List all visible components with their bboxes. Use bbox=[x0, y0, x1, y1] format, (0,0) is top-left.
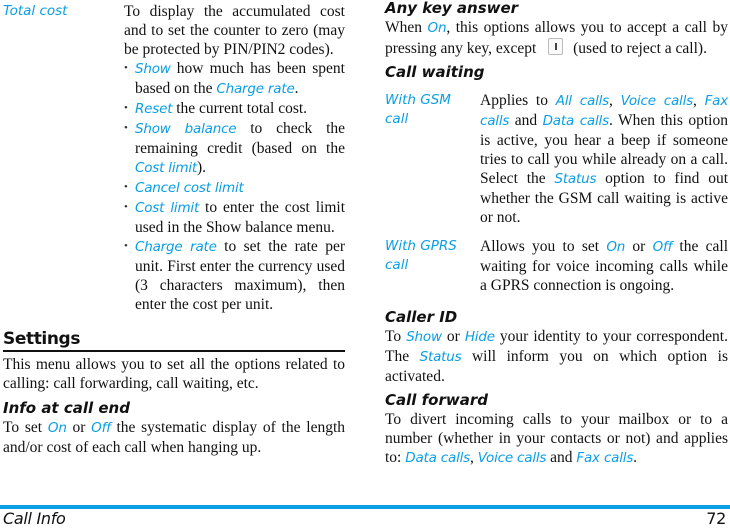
ref-data-calls: Data calls bbox=[405, 450, 471, 466]
footer-divider bbox=[0, 505, 730, 509]
call-forward-text: To divert incoming calls to your mailbox… bbox=[385, 411, 728, 466]
left-column: Total cost To display the accumulated co… bbox=[3, 0, 345, 457]
option-show: Show bbox=[135, 61, 171, 77]
settings-heading: Settings bbox=[3, 329, 345, 352]
any-key-answer-text: When On, this options allows you to acce… bbox=[385, 19, 728, 57]
option-cost-limit: Cost limit bbox=[135, 200, 200, 216]
right-column: Any key answer When On, this options all… bbox=[385, 0, 728, 468]
info-at-call-end-heading: Info at call end bbox=[3, 399, 130, 417]
end-call-key-icon bbox=[548, 38, 564, 55]
ref-voice-calls: Voice calls bbox=[477, 450, 547, 466]
value-on: On bbox=[427, 20, 447, 36]
gprs-call-definition: Allows you to set On or Off the call wai… bbox=[480, 238, 729, 294]
ref-data-calls: Data calls bbox=[542, 113, 610, 129]
value-off: Off bbox=[91, 420, 111, 436]
value-show: Show bbox=[406, 329, 442, 345]
info-at-call-end-text: To set On or Off the systematic display … bbox=[3, 419, 346, 456]
value-on: On bbox=[47, 420, 67, 436]
option-reset: Reset bbox=[135, 101, 173, 117]
value-on: On bbox=[606, 239, 626, 255]
ref-status: Status bbox=[419, 349, 462, 365]
total-cost-options: Show how much has been spent based on th… bbox=[124, 59, 345, 314]
gprs-call-term: With GPRS call bbox=[385, 238, 457, 273]
any-key-answer-heading: Any key answer bbox=[385, 0, 519, 17]
footer-chapter-title: Call Info bbox=[3, 509, 66, 528]
call-forward-heading: Call forward bbox=[385, 391, 488, 409]
total-cost-intro: To display the accumulated cost and to s… bbox=[124, 3, 345, 58]
total-cost-term: Total cost bbox=[3, 3, 68, 19]
caller-id-heading: Caller ID bbox=[385, 308, 458, 326]
ref-fax-calls: Fax calls bbox=[576, 450, 634, 466]
list-item: Cancel cost limit bbox=[124, 178, 345, 198]
settings-intro: This menu allows you to set all the opti… bbox=[3, 356, 345, 392]
ref-all-calls: All calls bbox=[555, 93, 610, 109]
list-item: Show balance to check the remaining cred… bbox=[124, 119, 345, 178]
total-cost-entry: Total cost To display the accumulated co… bbox=[3, 2, 345, 314]
list-item: Cost limit to enter the cost limit used … bbox=[124, 198, 345, 237]
value-off: Off bbox=[652, 239, 673, 255]
total-cost-definition: To display the accumulated cost and to s… bbox=[124, 2, 345, 314]
footer-page-number: 72 bbox=[706, 509, 726, 528]
gsm-call-term: With GSM call bbox=[385, 92, 451, 127]
ref-voice-calls: Voice calls bbox=[620, 93, 694, 109]
option-charge-rate: Charge rate bbox=[135, 239, 217, 255]
ref-cost-limit: Cost limit bbox=[135, 160, 197, 176]
caller-id-text: To Show or Hide your identity to your co… bbox=[385, 328, 728, 385]
list-item: Reset the current total cost. bbox=[124, 99, 345, 119]
option-cancel-cost-limit: Cancel cost limit bbox=[135, 180, 244, 196]
ref-status: Status bbox=[554, 171, 597, 187]
gsm-call-definition: Applies to All calls, Voice calls, Fax c… bbox=[480, 92, 729, 226]
gsm-call-entry: With GSM call Applies to All calls, Voic… bbox=[385, 91, 728, 227]
call-waiting-heading: Call waiting bbox=[385, 63, 485, 81]
option-show-balance: Show balance bbox=[135, 121, 237, 137]
list-item: Show how much has been spent based on th… bbox=[124, 59, 345, 99]
value-hide: Hide bbox=[464, 329, 495, 345]
ref-charge-rate: Charge rate bbox=[216, 81, 295, 97]
list-item: Charge rate to set the rate per unit. Fi… bbox=[124, 237, 345, 314]
gprs-call-entry: With GPRS call Allows you to set On or O… bbox=[385, 237, 728, 295]
